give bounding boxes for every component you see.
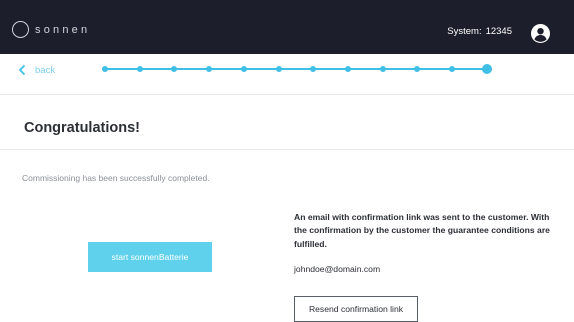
system-id: 12345 xyxy=(485,26,512,37)
back-label: back xyxy=(35,64,56,76)
divider xyxy=(0,94,574,95)
page-title: Congratulations! xyxy=(24,120,140,136)
step-dot xyxy=(275,66,282,72)
resend-confirmation-button[interactable]: Resend confirmation link xyxy=(294,296,418,322)
progress-stepper xyxy=(102,59,492,79)
system-indicator: System: 12345 xyxy=(447,26,512,37)
system-label: System: xyxy=(447,26,482,37)
progress-nav: back xyxy=(0,54,574,92)
step-dot xyxy=(171,66,178,72)
confirmation-info-text: An email with confirmation link was sent… xyxy=(294,212,550,249)
chevron-left-icon xyxy=(18,64,26,76)
step-dot xyxy=(379,66,386,72)
customer-email: johndoe@domain.com xyxy=(294,264,381,274)
logo-circle-icon xyxy=(12,21,29,38)
status-message: Commissioning has been successfully comp… xyxy=(22,173,210,183)
divider xyxy=(0,149,574,150)
step-dot xyxy=(102,66,108,72)
start-sonnenbatterie-button[interactable]: start sonnenBatterie xyxy=(88,242,212,272)
logo-text: sonnen xyxy=(35,23,91,36)
step-dot xyxy=(240,66,247,72)
step-dot xyxy=(310,66,317,72)
sonnen-logo: sonnen xyxy=(12,21,90,38)
step-dot xyxy=(414,66,421,72)
step-dot xyxy=(136,66,143,72)
step-dot xyxy=(449,66,455,72)
stepper-line xyxy=(102,68,485,70)
back-link[interactable]: back xyxy=(18,64,55,76)
top-bar: sonnen System: 12345 xyxy=(0,0,574,54)
step-dot xyxy=(344,66,351,72)
step-dot-current xyxy=(481,64,492,74)
step-dot xyxy=(206,66,213,72)
user-circle-icon[interactable] xyxy=(531,24,550,43)
